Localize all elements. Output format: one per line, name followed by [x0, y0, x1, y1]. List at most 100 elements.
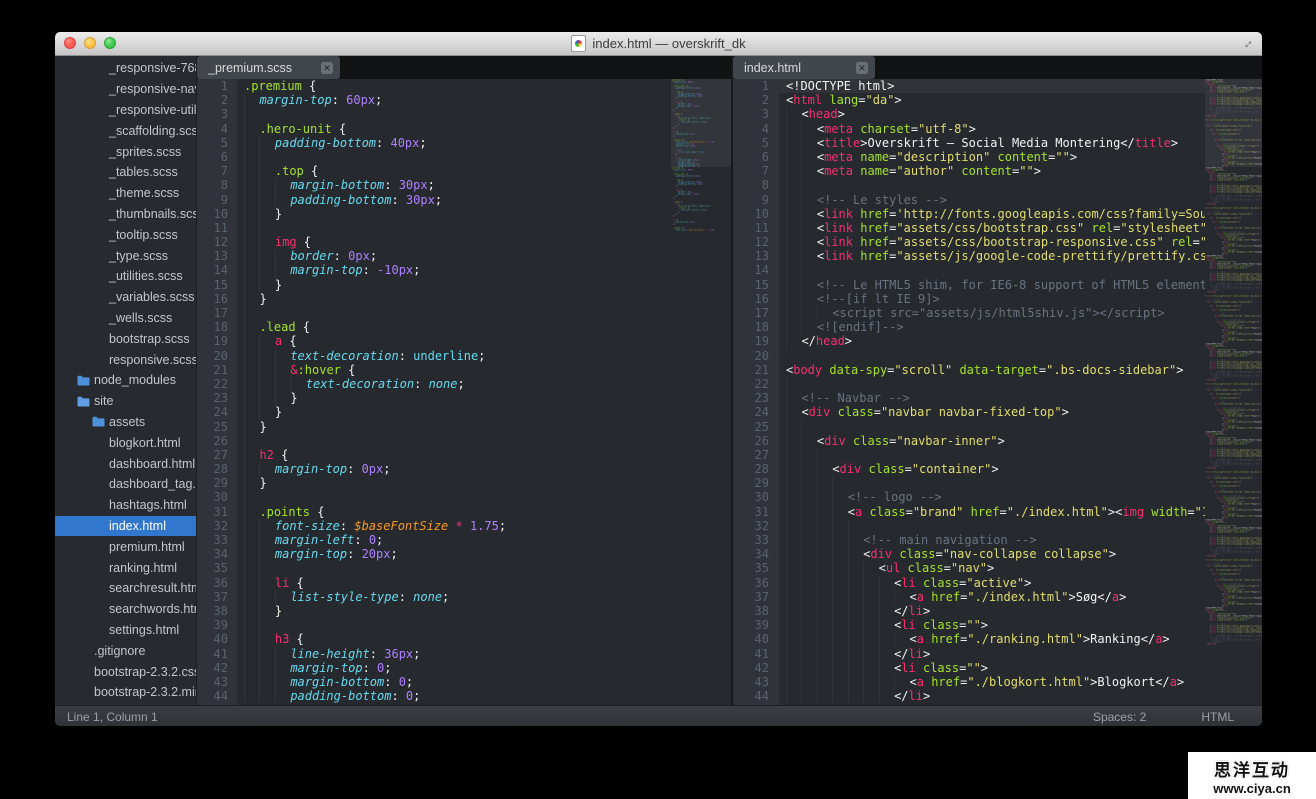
- code-line[interactable]: margin-top: 0px;: [244, 462, 671, 477]
- code-line[interactable]: margin-bottom: 0;: [244, 674, 671, 690]
- code-line[interactable]: <!DOCTYPE html>: [779, 79, 1205, 94]
- sidebar-item-searchresult-html[interactable]: searchresult.html: [55, 578, 196, 599]
- code-line[interactable]: padding-bottom: 30px;: [244, 192, 671, 207]
- code-line[interactable]: <link href="assets/css/bootstrap.css" re…: [786, 220, 1205, 236]
- code-line[interactable]: li {: [244, 575, 671, 590]
- code-line[interactable]: </head>: [786, 334, 1205, 349]
- code-line[interactable]: margin-top: 60px;: [244, 93, 671, 108]
- code-line[interactable]: [786, 178, 1205, 193]
- code-line[interactable]: <html lang="da">: [786, 93, 1205, 107]
- close-icon[interactable]: ✕: [321, 61, 333, 74]
- title-bar[interactable]: index.html — overskrift_dk ↔: [55, 32, 1262, 56]
- minimap-right[interactable]: <!DOCTYPE html> <html lang="da"> <head> …: [1205, 79, 1262, 705]
- sidebar-item-bootstrap-responsiv[interactable]: bootstrap-responsiv: [55, 703, 196, 705]
- sidebar-item--utilities-scss[interactable]: _utilities.scss: [55, 266, 196, 287]
- code-line[interactable]: font-size: $baseFontSize * 1.75;: [244, 518, 671, 533]
- code-line[interactable]: }: [244, 603, 671, 619]
- code-line[interactable]: <!--[if lt IE 9]>: [786, 291, 1205, 306]
- code-line[interactable]: [786, 518, 1205, 533]
- code-line[interactable]: [786, 476, 1205, 491]
- sidebar-item--tooltip-scss[interactable]: _tooltip.scss: [55, 224, 196, 245]
- code-line[interactable]: h2 {: [244, 447, 671, 463]
- code-line[interactable]: [244, 220, 671, 236]
- code-line[interactable]: <a class="brand" href="./index.html"><im…: [786, 504, 1205, 519]
- code-line[interactable]: <link href="assets/css/bootstrap-respons…: [786, 235, 1205, 250]
- code-line[interactable]: <meta name="author" content="">: [786, 164, 1205, 179]
- code-line[interactable]: h3 {: [244, 632, 671, 647]
- zoom-window-button[interactable]: [104, 37, 116, 49]
- code-line[interactable]: }: [244, 405, 671, 420]
- code-line[interactable]: [244, 306, 671, 321]
- code-line[interactable]: margin-top: 20px;: [244, 547, 671, 562]
- code-line[interactable]: <!-- Le HTML5 shim, for IE6-8 support of…: [786, 277, 1205, 292]
- sidebar-item--variables-scss[interactable]: _variables.scss: [55, 287, 196, 308]
- syntax-mode[interactable]: HTML: [1201, 710, 1234, 724]
- code-line[interactable]: <![endif]-->: [786, 320, 1205, 335]
- code-line[interactable]: border: 0px;: [244, 249, 671, 264]
- code-line[interactable]: .hero-unit {: [244, 121, 671, 136]
- sidebar-item-bootstrap-2-3-2-css[interactable]: bootstrap-2.3.2.css: [55, 661, 196, 682]
- code-line[interactable]: [244, 561, 671, 576]
- sidebar-item-hashtags-html[interactable]: hashtags.html: [55, 495, 196, 516]
- code-line[interactable]: [786, 447, 1205, 463]
- code-line[interactable]: .premium {: [244, 79, 671, 93]
- sidebar-item--wells-scss[interactable]: _wells.scss: [55, 308, 196, 329]
- tab-index-html[interactable]: index.html ✕: [733, 56, 875, 79]
- sidebar-item-assets[interactable]: assets: [55, 412, 196, 433]
- code-line[interactable]: [244, 149, 671, 165]
- code-line[interactable]: <!-- main navigation -->: [786, 533, 1205, 548]
- code-line[interactable]: [244, 618, 671, 633]
- code-line[interactable]: .points {: [244, 504, 671, 519]
- sidebar-item--tables-scss[interactable]: _tables.scss: [55, 162, 196, 183]
- code-line[interactable]: }: [244, 206, 671, 221]
- code-line[interactable]: <li class="active">: [786, 575, 1205, 590]
- code-line[interactable]: }: [244, 277, 671, 292]
- sidebar-item--theme-scss[interactable]: _theme.scss: [55, 183, 196, 204]
- sidebar-item-blogkort-html[interactable]: blogkort.html: [55, 432, 196, 453]
- code-line[interactable]: }: [244, 291, 671, 306]
- code-line[interactable]: <meta name="description" content="">: [786, 149, 1205, 165]
- sidebar-item--responsive-navb[interactable]: _responsive-navb: [55, 79, 196, 100]
- code-line[interactable]: <body data-spy="scroll" data-target=".bs…: [786, 363, 1205, 377]
- code-line[interactable]: [244, 490, 671, 505]
- code-line[interactable]: <title>Overskrift — Social Media Monteri…: [786, 135, 1205, 150]
- code-line[interactable]: text-decoration: underline;: [244, 348, 671, 363]
- fullscreen-icon[interactable]: ↔: [1236, 32, 1259, 54]
- sidebar-item--responsive-utilit[interactable]: _responsive-utilit: [55, 100, 196, 121]
- code-line[interactable]: [244, 107, 671, 122]
- code-area-scss[interactable]: .premium {margin-top: 60px; .hero-unit {p…: [237, 79, 671, 705]
- sidebar-item-settings-html[interactable]: settings.html: [55, 620, 196, 641]
- tab-premium-scss[interactable]: _premium.scss ✕: [197, 56, 340, 79]
- sidebar-item-ranking-html[interactable]: ranking.html: [55, 557, 196, 578]
- sidebar-item-bootstrap-2-3-2-min[interactable]: bootstrap-2.3.2.min: [55, 682, 196, 703]
- sidebar-item-site[interactable]: site: [55, 391, 196, 412]
- sidebar-item-index-html[interactable]: index.html: [55, 515, 196, 537]
- code-line[interactable]: <ul class="nav">: [786, 561, 1205, 576]
- sidebar-item--scaffolding-scss[interactable]: _scaffolding.scss: [55, 120, 196, 141]
- sidebar-item-dashboard-tag-ht[interactable]: dashboard_tag.ht: [55, 474, 196, 495]
- code-line[interactable]: margin-top: -10px;: [244, 263, 671, 278]
- sidebar-item--sprites-scss[interactable]: _sprites.scss: [55, 141, 196, 162]
- code-line[interactable]: <head>: [786, 107, 1205, 122]
- sidebar-item-bootstrap-scss[interactable]: bootstrap.scss: [55, 328, 196, 349]
- code-line[interactable]: margin-left: 0;: [244, 533, 671, 548]
- code-line[interactable]: <a href="./blogkort.html">Blogkort</a>: [786, 674, 1205, 690]
- code-line[interactable]: a {: [244, 334, 671, 349]
- code-line[interactable]: </li>: [786, 689, 1205, 704]
- code-line[interactable]: <div class="container">: [786, 462, 1205, 477]
- code-line[interactable]: padding-bottom: 40px;: [244, 135, 671, 150]
- code-line[interactable]: text-decoration: none;: [244, 376, 671, 392]
- code-line[interactable]: <!-- Navbar -->: [786, 391, 1205, 406]
- code-line[interactable]: }: [244, 476, 671, 491]
- code-line[interactable]: <!-- logo -->: [786, 490, 1205, 505]
- code-line[interactable]: img {: [244, 235, 671, 250]
- code-line[interactable]: margin-top: 0;: [244, 660, 671, 675]
- sidebar-item-searchwords-html[interactable]: searchwords.html: [55, 599, 196, 620]
- sidebar-item-responsive-scss[interactable]: responsive.scss: [55, 349, 196, 370]
- code-line[interactable]: </li>: [786, 603, 1205, 619]
- code-line[interactable]: list-style-type: none;: [244, 589, 671, 604]
- sidebar-item--gitignore[interactable]: .gitignore: [55, 640, 196, 661]
- code-line[interactable]: <link href="assets/js/google-code-pretti…: [786, 249, 1205, 264]
- code-line[interactable]: line-height: 36px;: [244, 646, 671, 661]
- close-window-button[interactable]: [64, 37, 76, 49]
